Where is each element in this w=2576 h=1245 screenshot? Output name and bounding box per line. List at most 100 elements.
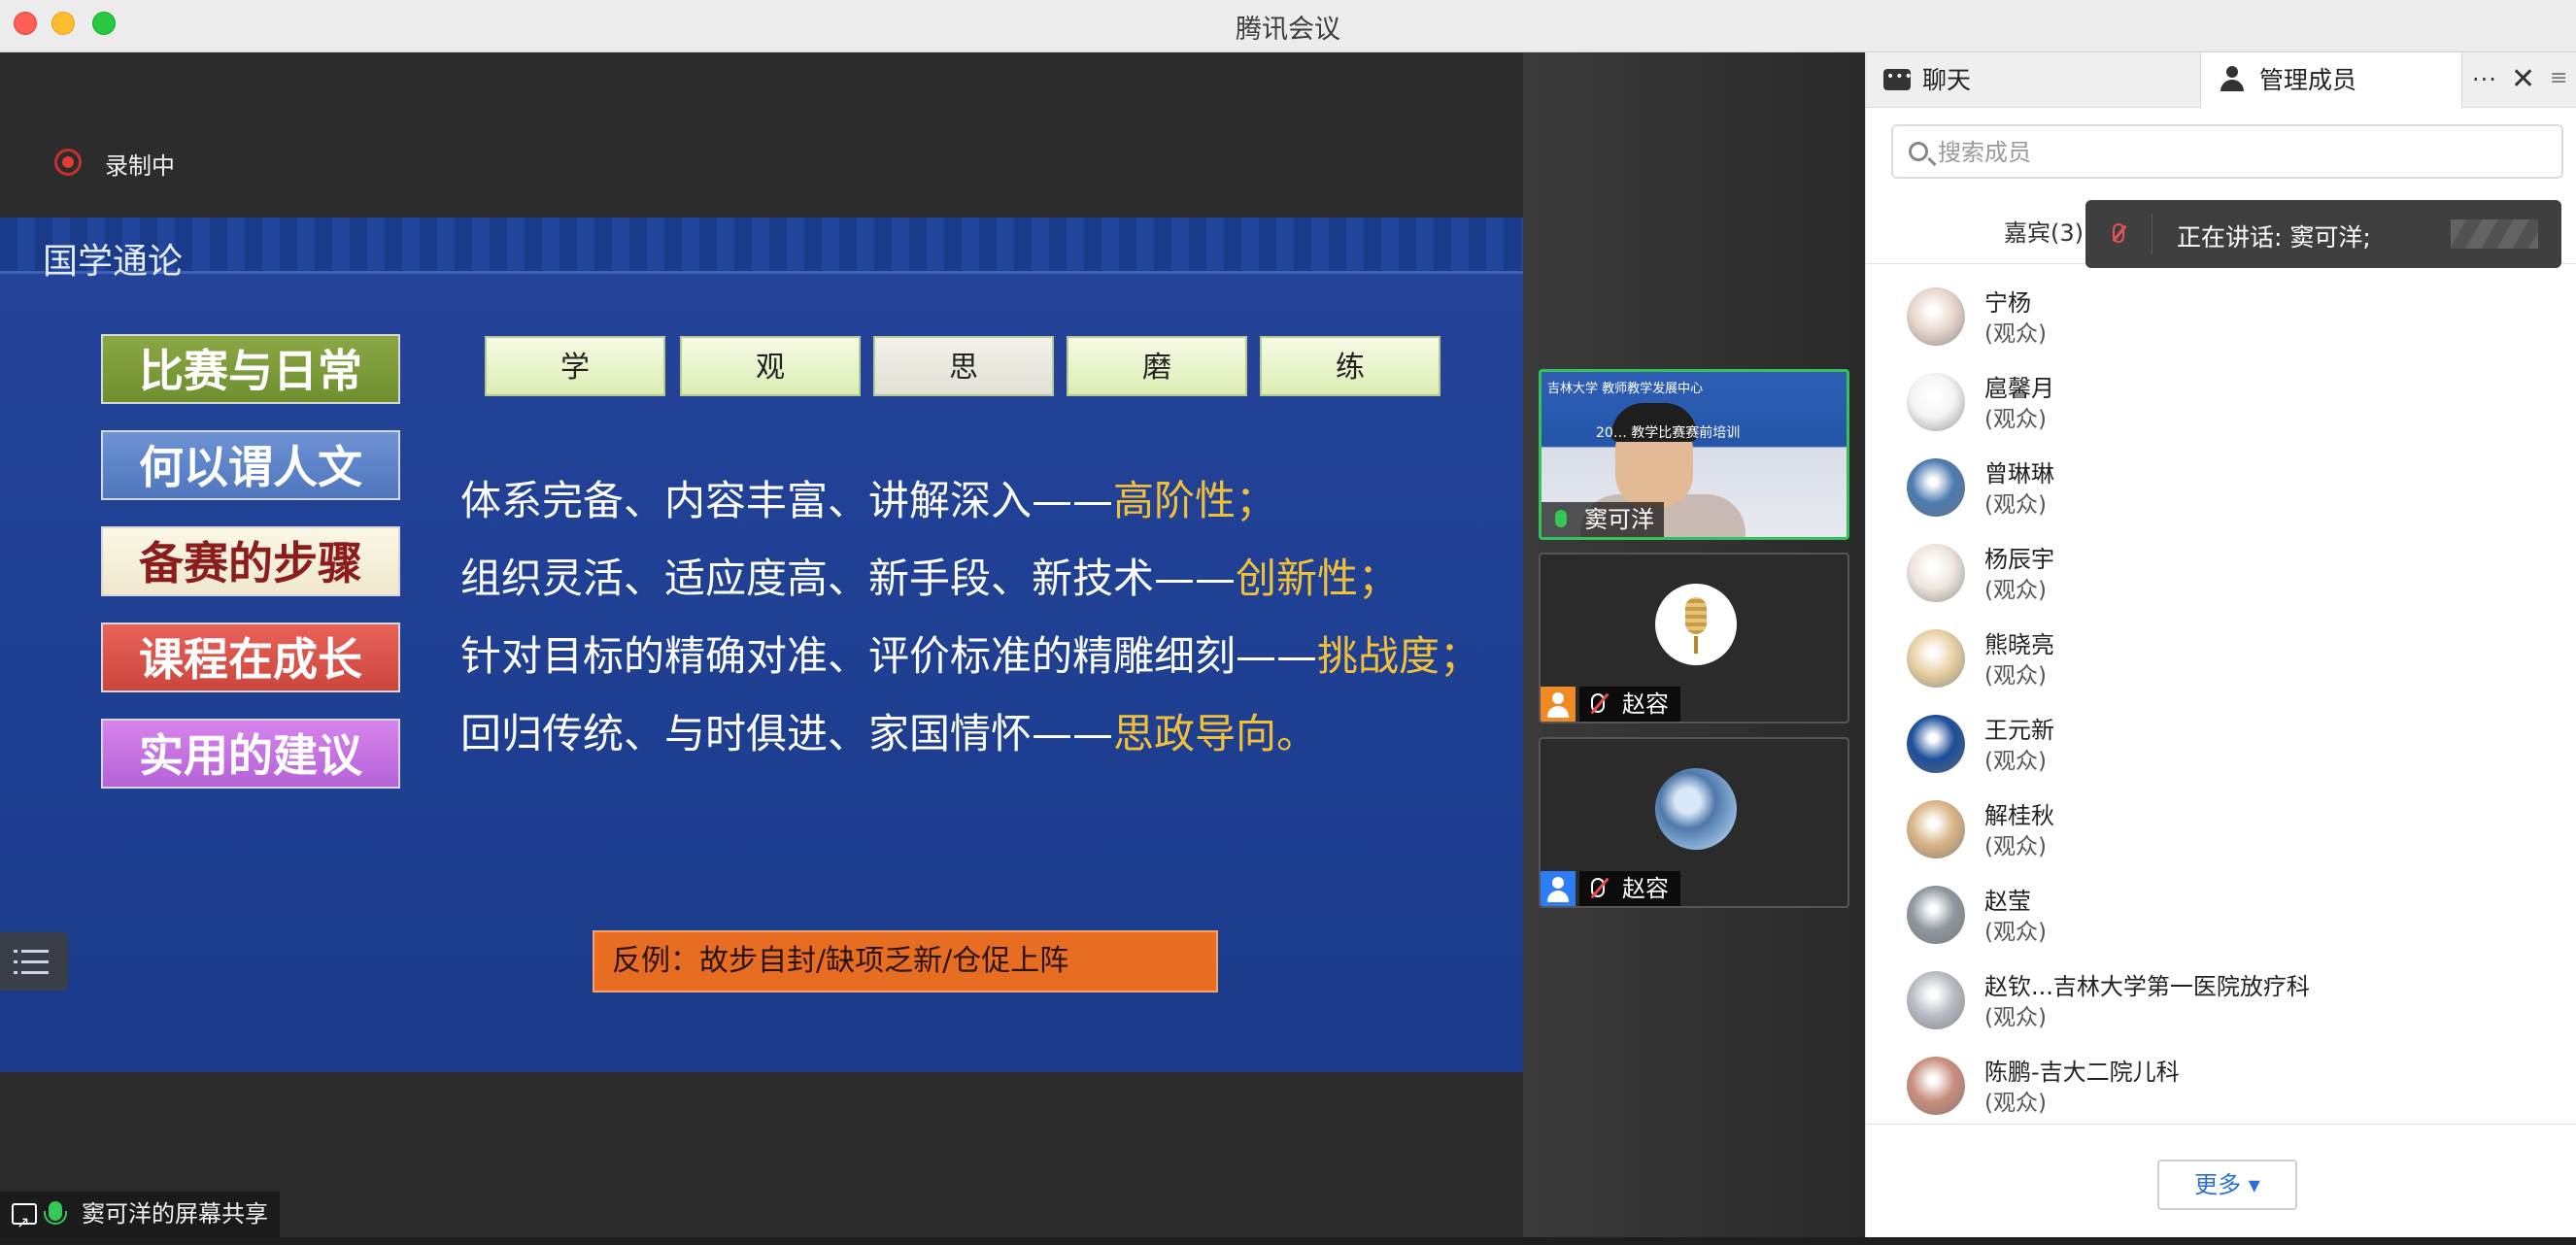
avatar xyxy=(1907,373,1965,431)
more-members-button[interactable]: 更多 ▾ xyxy=(2157,1160,2297,1210)
speaking-toast: 正在讲话: 窦可洋; xyxy=(2085,200,2561,268)
member-row[interactable]: 赵莹 (观众) xyxy=(1866,872,2576,958)
screen-share-label: 窦可洋的屏幕共享 xyxy=(0,1192,280,1245)
slide-top-margin: 录制中 xyxy=(0,52,1523,218)
avatar xyxy=(1907,629,1965,688)
panel-menu-icon[interactable]: ≡ xyxy=(2550,66,2567,90)
avatar xyxy=(1907,971,1965,1029)
video-tile[interactable]: 赵容 xyxy=(1539,553,1849,723)
mic-muted-icon xyxy=(1591,693,1605,713)
window-title: 腾讯会议 xyxy=(1236,15,1340,45)
member-row[interactable]: 赵钦...吉林大学第一医院放疗科 (观众) xyxy=(1866,958,2576,1043)
more-row: 更多 ▾ xyxy=(1866,1124,2576,1237)
slide-menu-item: 实用的建议 xyxy=(101,719,400,789)
video-banner-subtitle: 20… 教学比赛赛前培训 xyxy=(1596,425,1741,441)
slide-list-button[interactable] xyxy=(0,932,68,991)
member-name: 熊晓亮 xyxy=(1984,631,2054,658)
member-role: (观众) xyxy=(1984,1005,2047,1030)
search-icon xyxy=(1909,142,1928,161)
mic-on-icon xyxy=(1555,510,1567,527)
slide-text-line: 组织灵活、适应度高、新手段、新技术——创新性； xyxy=(460,546,1399,605)
more-options-icon[interactable]: ··· xyxy=(2472,66,2497,93)
slide-menu-item-active: 备赛的步骤 xyxy=(101,526,400,596)
speaking-text: 正在讲话: 窦可洋; xyxy=(2177,223,2371,252)
slide-tab: 观 xyxy=(680,336,861,396)
mic-on-icon xyxy=(44,1201,67,1225)
tab-members-label: 管理成员 xyxy=(2259,66,2357,94)
user-avatar-icon xyxy=(1541,687,1576,722)
tab-manage-members[interactable]: 管理成员 xyxy=(2200,52,2462,108)
slide-tab: 练 xyxy=(1260,336,1441,396)
slide-header-decoration xyxy=(0,218,1523,274)
member-list: 宁杨 (观众) 扈馨月 (观众) 曾琳琳 (观众) 杨辰宇 (观众) 熊晓亮 (观众) 王元新 (观众… xyxy=(1866,274,2576,1128)
member-row[interactable]: 王元新 (观众) xyxy=(1866,701,2576,787)
avatar xyxy=(1907,287,1965,346)
participant-name: 窦可洋 xyxy=(1584,506,1654,533)
chat-icon xyxy=(1883,50,1914,105)
member-row[interactable]: 宁杨 (观众) xyxy=(1866,274,2576,359)
member-role: (观众) xyxy=(1984,1091,2047,1116)
avatar xyxy=(1907,715,1965,773)
tab-chat-label: 聊天 xyxy=(1922,66,1972,94)
slide-menu-item: 比赛与日常 xyxy=(101,334,400,404)
member-name: 赵钦...吉林大学第一医院放疗科 xyxy=(1984,973,2310,1000)
member-row[interactable]: 曾琳琳 (观众) xyxy=(1866,445,2576,530)
member-role: (观众) xyxy=(1984,920,2047,945)
member-name: 赵莹 xyxy=(1984,888,2031,915)
line-text: 针对目标的精确对准、评价标准的精雕细刻—— xyxy=(460,632,1318,680)
avatar xyxy=(1907,544,1965,602)
side-panel: 聊天 管理成员 ··· ✕ ≡ 嘉宾(3) 正在讲话: 窦可洋; 宁杨(观众)扈… xyxy=(1865,50,2576,1237)
participant-name-tag: 窦可洋 xyxy=(1542,502,1664,537)
member-role: (观众) xyxy=(1984,492,2047,518)
slide-text-line: 体系完备、内容丰富、讲解深入——高阶性； xyxy=(460,468,1276,527)
slide-menu-item: 何以谓人文 xyxy=(101,430,400,500)
member-row[interactable]: 解桂秋 (观众) xyxy=(1866,787,2576,872)
participant-name-tag: 赵容 xyxy=(1579,687,1680,722)
member-row[interactable]: 杨辰宇 (观众) xyxy=(1866,530,2576,616)
member-name: 王元新 xyxy=(1984,717,2054,744)
screen-share-owner: 窦可洋的屏幕共享 xyxy=(82,1200,268,1228)
member-role: (观众) xyxy=(1984,578,2047,603)
tab-chat[interactable]: 聊天 xyxy=(1883,50,1972,108)
meeting-window: 腾讯会议 录制中 国学通论 比赛与日常 何以谓人文 备赛的步骤 课程在成长 实用… xyxy=(0,0,2576,1245)
user-avatar-icon xyxy=(1541,871,1576,906)
participant-name: 赵容 xyxy=(1622,690,1669,718)
member-name: 曾琳琳 xyxy=(1984,460,2054,488)
search-input[interactable] xyxy=(1938,136,2540,169)
video-strip: 吉林大学 教师教学发展中心 20… 教学比赛赛前培训 窦可洋 赵容 赵容 xyxy=(1523,52,1865,1237)
line-text: 组织灵活、适应度高、新手段、新技术—— xyxy=(460,555,1237,602)
recording-label: 录制中 xyxy=(105,152,175,180)
line-text: 回归传统、与时俱进、家国情怀—— xyxy=(460,710,1114,757)
member-row[interactable]: 扈馨月 (观众) xyxy=(1866,359,2576,445)
close-panel-icon[interactable]: ✕ xyxy=(2511,62,2535,96)
microphone-avatar-icon xyxy=(1655,584,1737,665)
audio-level-icon xyxy=(2451,219,2538,249)
participant-name: 赵容 xyxy=(1622,875,1669,902)
member-name: 扈馨月 xyxy=(1984,375,2054,402)
member-name: 宁杨 xyxy=(1984,289,2031,317)
member-row[interactable]: 陈鹏-吉大二院儿科 (观众) xyxy=(1866,1043,2576,1128)
member-name: 解桂秋 xyxy=(1984,802,2054,829)
participant-name-tag: 赵容 xyxy=(1579,871,1680,906)
record-icon xyxy=(54,149,82,176)
member-name: 杨辰宇 xyxy=(1984,546,2054,573)
line-text: 体系完备、内容丰富、讲解深入—— xyxy=(460,477,1114,524)
counterexample-box: 反例：故步自封/缺项乏新/仓促上阵 xyxy=(593,930,1218,993)
member-role: (观众) xyxy=(1984,407,2047,432)
member-search[interactable] xyxy=(1891,124,2563,179)
guests-tab[interactable]: 嘉宾(3) xyxy=(2004,214,2084,248)
mic-muted-icon xyxy=(1591,878,1605,897)
member-role: (观众) xyxy=(1984,834,2047,859)
video-tile-speaker[interactable]: 吉林大学 教师教学发展中心 20… 教学比赛赛前培训 窦可洋 xyxy=(1539,369,1849,540)
member-role: (观众) xyxy=(1984,321,2047,347)
member-row[interactable]: 熊晓亮 (观众) xyxy=(1866,616,2576,701)
shared-screen: 录制中 国学通论 比赛与日常 何以谓人文 备赛的步骤 课程在成长 实用的建议 学… xyxy=(0,52,1523,1245)
avatar xyxy=(1907,800,1965,858)
avatar xyxy=(1907,886,1965,944)
slide-menu-item: 课程在成长 xyxy=(101,622,400,692)
video-tile[interactable]: 赵容 xyxy=(1539,737,1849,908)
avatar xyxy=(1907,1057,1965,1115)
slide-tab-selected: 思 xyxy=(873,336,1054,396)
line-highlight: 创新性； xyxy=(1236,555,1400,602)
presentation-slide: 国学通论 比赛与日常 何以谓人文 备赛的步骤 课程在成长 实用的建议 学 观 思… xyxy=(0,218,1523,1072)
